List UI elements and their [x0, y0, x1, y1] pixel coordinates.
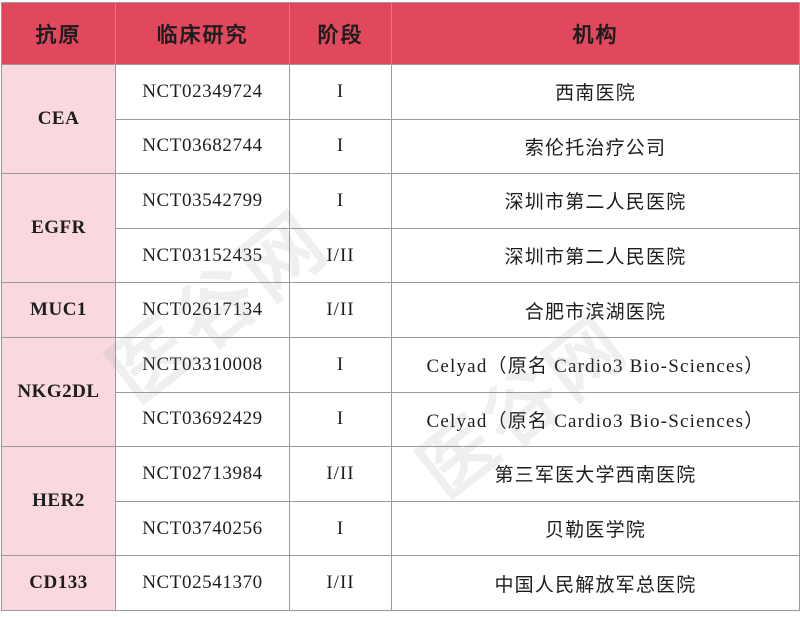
trial-id-cell: NCT03740256 — [115, 500, 290, 557]
trial-id-cell: NCT03542799 — [115, 173, 290, 229]
antigen-cell: HER2 — [1, 446, 116, 557]
table-header-row: 抗原 临床研究 阶段 机构 — [1, 2, 800, 65]
table-row: NCT03152435 I/II 深圳市第二人民医院 — [2, 227, 800, 284]
phase-cell: I — [289, 391, 392, 448]
table-row: MUC1 NCT02617134 I/II 合肥市滨湖医院 — [1, 282, 800, 338]
antigen-cell: MUC1 — [1, 282, 116, 338]
phase-cell: I — [289, 500, 392, 557]
table-row: NCT03682744 I 索伦托治疗公司 — [2, 118, 800, 175]
table-row: CEA NCT02349724 I 西南医院 — [1, 63, 800, 175]
institution-cell: 索伦托治疗公司 — [391, 118, 800, 175]
institution-cell: 第三军医大学西南医院 — [391, 446, 800, 502]
institution-cell: 深圳市第二人民医院 — [391, 173, 800, 229]
antigen-cell: NKG2DL — [1, 336, 116, 448]
trial-id-cell: NCT03310008 — [115, 336, 290, 393]
institution-cell: Celyad（原名 Cardio3 Bio-Sciences） — [391, 391, 800, 448]
table-row: CD133 NCT02541370 I/II 中国人民解放军总医院 — [1, 555, 800, 611]
phase-cell: I/II — [289, 227, 392, 284]
phase-cell: I — [289, 336, 392, 393]
clinical-trials-table: 抗原 临床研究 阶段 机构 CEA NCT02349724 I 西南医院 NCT0368… — [1, 2, 800, 611]
table-row: HER2 NCT02713984 I/II 第三军医大学西南医院 — [1, 446, 800, 557]
phase-cell: I/II — [289, 446, 392, 502]
phase-cell: I — [289, 173, 392, 229]
table-header: 抗原 临床研究 阶段 机构 — [1, 2, 800, 65]
institution-cell: Celyad（原名 Cardio3 Bio-Sciences） — [391, 336, 800, 393]
institution-cell: 合肥市滨湖医院 — [391, 282, 800, 338]
trial-id-cell: NCT02349724 — [115, 64, 290, 120]
antigen-cell: CD133 — [1, 555, 116, 611]
institution-cell: 中国人民解放军总医院 — [391, 555, 800, 611]
table-row: NCT03692429 I Celyad（原名 Cardio3 Bio-Scienc… — [2, 391, 800, 448]
phase-cell: I — [289, 118, 392, 175]
institution-cell: 贝勒医学院 — [391, 500, 800, 557]
table-row: NCT03740256 I 贝勒医学院 — [2, 500, 800, 557]
table-body: CEA NCT02349724 I 西南医院 NCT03682744 I 索伦托治疗公司 EG… — [1, 63, 800, 611]
column-header-phase: 阶段 — [289, 2, 392, 65]
trial-id-cell: NCT03692429 — [115, 391, 290, 448]
antigen-cell: EGFR — [1, 173, 116, 284]
column-header-institution: 机构 — [391, 2, 800, 65]
phase-cell: I/II — [289, 282, 392, 338]
trial-id-cell: NCT02713984 — [115, 446, 290, 502]
phase-cell: I/II — [289, 555, 392, 611]
clinical-trials-table-container: 医谷网 医谷网 抗原 临床研究 阶段 机构 CEANCT02349724I西南医… — [0, 2, 800, 617]
table-row: NKG2DL NCT03310008 I Celyad（原名 Cardio3 Bio-… — [1, 336, 800, 448]
antigen-cell: CEA — [1, 63, 116, 175]
table-row: EGFR NCT03542799 I 深圳市第二人民医院 — [1, 173, 800, 284]
column-header-antigen: 抗原 — [1, 2, 116, 65]
trial-id-cell: NCT03682744 — [115, 118, 290, 175]
institution-cell: 深圳市第二人民医院 — [391, 227, 800, 284]
trial-id-cell: NCT02617134 — [115, 282, 290, 338]
phase-cell: I — [289, 64, 392, 120]
trial-id-cell: NCT03152435 — [115, 227, 290, 284]
institution-cell: 西南医院 — [391, 64, 800, 120]
column-header-trial: 临床研究 — [115, 2, 290, 65]
trial-id-cell: NCT02541370 — [115, 555, 290, 611]
